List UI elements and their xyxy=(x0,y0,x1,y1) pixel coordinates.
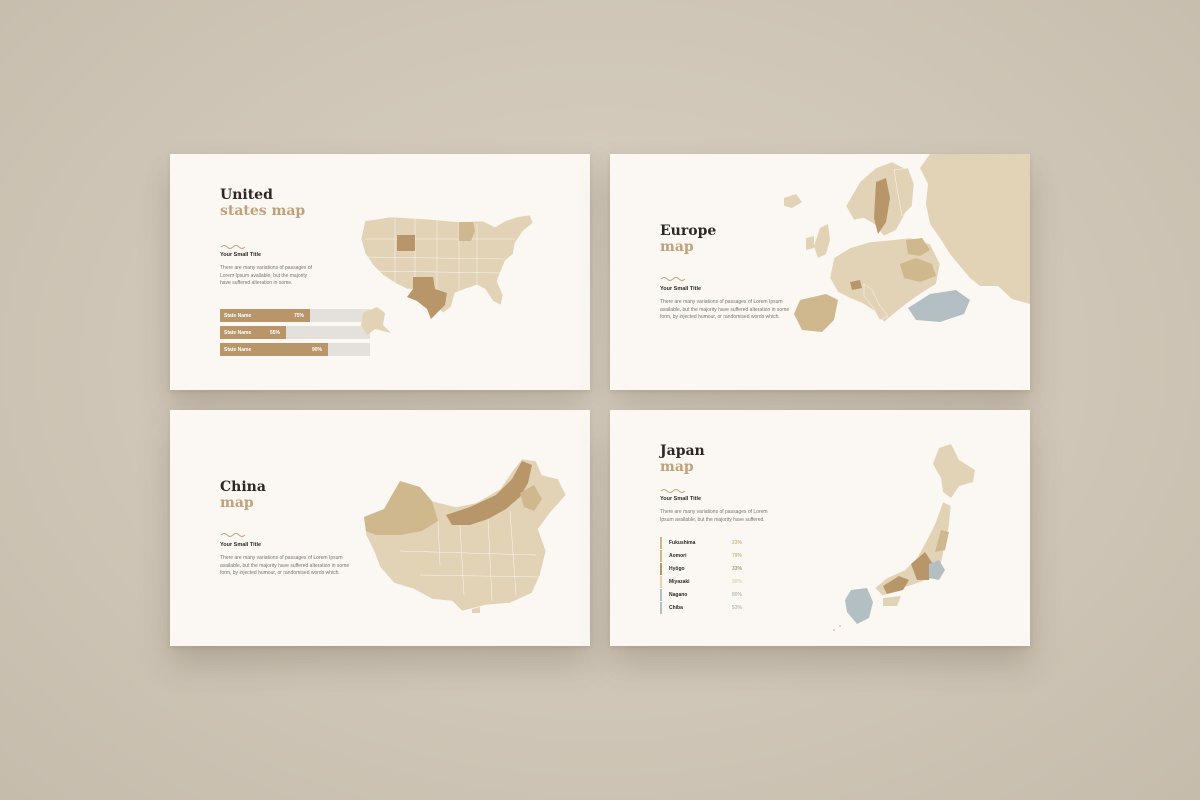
legend-percent: 90% xyxy=(732,579,743,585)
body-text: There are many variations of passages of… xyxy=(660,299,790,320)
decorative-squiggle xyxy=(660,489,686,493)
legend-percent: 80% xyxy=(732,592,743,598)
slide-europe-map: Europe map Your Small Title There are ma… xyxy=(610,154,1030,390)
legend-name: Aomori xyxy=(669,553,687,559)
state-bar-3: State Name 90% xyxy=(220,343,370,356)
legend-percent: 53% xyxy=(732,605,743,611)
legend-row: Chiba 53% xyxy=(660,602,770,614)
legend-marker xyxy=(660,550,662,562)
japan-map xyxy=(833,444,975,631)
okinawa-dots xyxy=(833,625,841,631)
slide-china-map: China map Your Small Title There are man… xyxy=(170,410,590,646)
slide-title-line2: map xyxy=(660,459,694,475)
decorative-squiggle xyxy=(220,245,246,249)
bar-percent: 75% xyxy=(294,312,305,319)
slide-title-line1: Japan xyxy=(660,443,705,459)
xinjiang-highlight xyxy=(364,481,438,535)
legend-name: Fukushima xyxy=(669,540,696,546)
legend-name: Nagano xyxy=(669,592,688,598)
legend-name: Chiba xyxy=(669,605,683,611)
legend-row: Fukushima 23% xyxy=(660,537,770,549)
hokkaido-shape xyxy=(933,444,975,498)
state-bar-1: State Name 75% xyxy=(220,309,370,322)
iberia-highlight xyxy=(794,294,838,332)
bar-label: State Name xyxy=(224,329,252,336)
slide-title-line1: United xyxy=(220,187,273,203)
bar-percent: 90% xyxy=(312,346,323,353)
legend-marker xyxy=(660,563,662,575)
legend-marker xyxy=(660,576,662,588)
us-mainland-shape xyxy=(360,214,534,314)
shikoku-shape xyxy=(883,596,901,606)
slide-title-line1: China xyxy=(220,479,266,495)
iceland-shape xyxy=(784,194,802,208)
slide-us-map: United states map Your Small Title There… xyxy=(170,154,590,390)
legend-marker xyxy=(660,589,662,601)
legend-percent: 79% xyxy=(732,553,743,559)
slide-title-line2: map xyxy=(660,239,694,255)
bar-label: State Name xyxy=(224,346,252,353)
slide-title-line1: Europe xyxy=(660,223,717,239)
decorative-squiggle xyxy=(660,277,686,281)
bar-percent: 55% xyxy=(270,329,281,336)
decorative-squiggle xyxy=(220,533,246,537)
small-title: Your Small Title xyxy=(660,286,702,292)
state-bar-2: State Name 55% xyxy=(220,326,370,339)
europe-map xyxy=(784,154,1030,332)
us-alaska xyxy=(361,307,391,335)
legend-row: Nagano 80% xyxy=(660,589,770,601)
uk-shape xyxy=(814,224,830,258)
us-state-highlight-wyoming xyxy=(397,235,415,251)
body-text: There are many variations of passages of… xyxy=(660,509,768,523)
bar-label: State Name xyxy=(224,312,252,319)
slide-japan-map: Japan map Your Small Title There are man… xyxy=(610,410,1030,646)
legend-percent: 23% xyxy=(732,540,743,546)
kyushu-highlight xyxy=(845,588,873,624)
legend-marker xyxy=(660,602,662,614)
legend-row: Hyōgo 33% xyxy=(660,563,770,575)
body-text: There are many variations of passages of… xyxy=(220,265,312,286)
legend-name: Hyōgo xyxy=(669,566,685,572)
legend-percent: 33% xyxy=(732,566,743,572)
legend-marker xyxy=(660,537,662,549)
body-text: There are many variations of passages of… xyxy=(220,555,350,576)
slide-title-line2: states map xyxy=(220,203,306,219)
slide-title-line2: map xyxy=(220,495,254,511)
small-title: Your Small Title xyxy=(220,542,262,548)
china-map xyxy=(363,458,567,613)
small-title: Your Small Title xyxy=(220,252,262,258)
legend-row: Aomori 79% xyxy=(660,550,770,562)
legend-name: Miyazaki xyxy=(669,579,690,585)
ireland-shape xyxy=(806,236,814,250)
small-title: Your Small Title xyxy=(660,496,702,502)
us-map xyxy=(360,214,534,335)
legend-row: Miyazaki 90% xyxy=(660,576,770,588)
